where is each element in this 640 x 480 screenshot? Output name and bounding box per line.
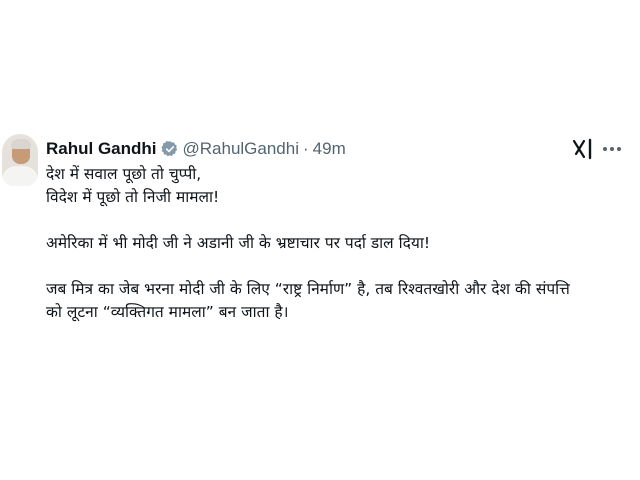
tweet-line: देश में सवाल पूछो तो चुप्पी, [46,165,202,183]
avatar-hair [11,139,31,149]
tweet-line: अमेरिका में भी मोदी जी ने अडानी जी के भ्… [46,234,431,252]
tweet-card[interactable]: Rahul Gandhi @RahulGandhi · 49m देश में … [0,122,640,372]
author-handle[interactable]: @RahulGandhi [183,139,300,159]
tweet-line: जब मित्र का जेब भरना मोदी जी के लिए “राष… [46,280,570,298]
tweet-timestamp[interactable]: 49m [313,139,346,159]
tweet-line: विदेश में पूछो तो निजी मामला! [46,188,220,206]
avatar-shirt [2,166,38,186]
more-options-icon[interactable] [601,140,623,158]
separator-dot: · [303,139,309,158]
tweet-line: को लूटना “व्यक्तिगत मामला” बन जाता है। [46,303,289,321]
grok-icon[interactable] [571,137,595,161]
tweet-header: Rahul Gandhi @RahulGandhi · 49m [46,138,346,160]
verified-badge-icon [160,140,177,157]
avatar[interactable] [2,134,38,186]
tweet-text: देश में सवाल पूछो तो चुप्पी, विदेश में प… [46,163,631,324]
author-name[interactable]: Rahul Gandhi [46,139,157,159]
